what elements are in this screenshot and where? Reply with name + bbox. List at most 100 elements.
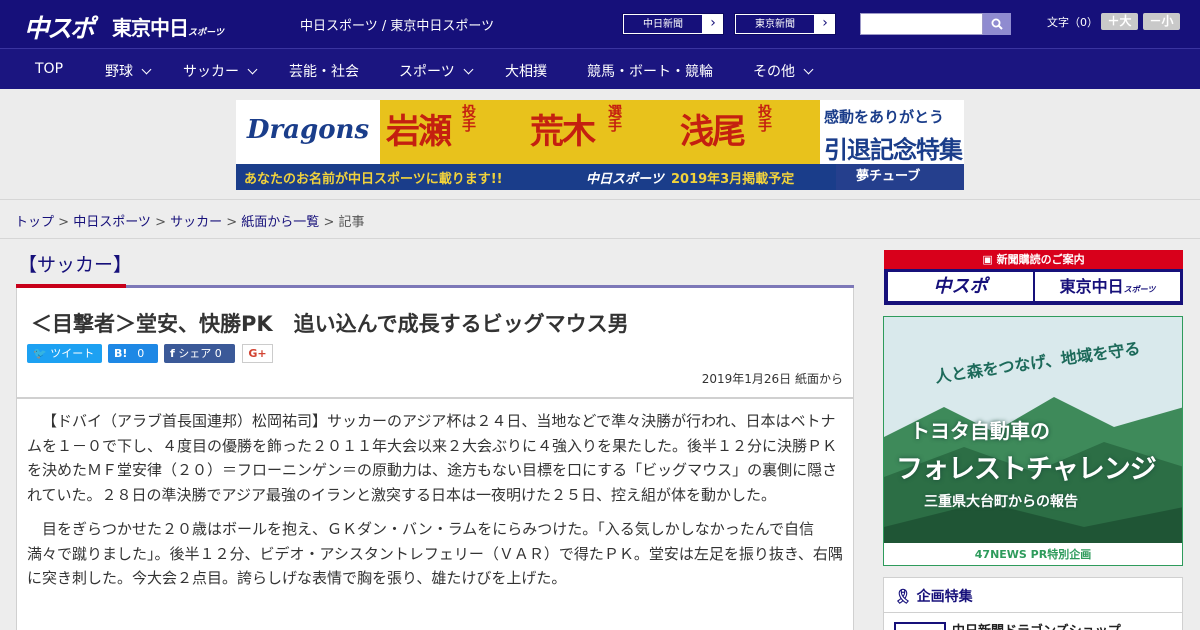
facebook-count: 0: [214, 347, 222, 360]
nav-item-label: その他: [753, 64, 795, 80]
banner-strip-text: あなたのお名前が中日スポーツに載ります!!: [244, 172, 503, 187]
subscribe-tokyo-chunichi-small: スポーツ: [1123, 285, 1156, 294]
facebook-icon: f: [170, 347, 175, 360]
breadcrumb-print-list[interactable]: 紙面から一覧: [241, 215, 319, 230]
banner-right: 感動をありがとう 引退記念特集: [820, 100, 964, 164]
tokyo-chunichi-logo[interactable]: 東京中日スポーツ: [112, 12, 224, 41]
nav-item-sumo[interactable]: 大相撲: [505, 61, 547, 81]
subscribe-tokyo-chunichi-button[interactable]: 東京中日スポーツ: [1035, 272, 1180, 301]
nav-item-label: スポーツ: [399, 64, 455, 80]
ribbon-icon: 🎗: [894, 589, 912, 605]
toyota-forest-ad[interactable]: 人と森をつなげ、地域を守る トヨタ自動車の フォレストチャレンジ 三重県大台町か…: [883, 316, 1183, 566]
banner-sub: 選手: [606, 104, 622, 132]
nav-item-top[interactable]: TOP: [35, 61, 63, 77]
article-paragraph: 【ドバイ（アラブ首長国連邦）松岡祐司】サッカーのアジア杯は２４日、当地などで準々…: [27, 412, 838, 504]
search-icon: [991, 18, 1003, 30]
chuspo-logo[interactable]: 中スポ: [24, 9, 95, 45]
feature-thumbnail[interactable]: [894, 622, 946, 630]
subscription-heading-text: 新聞購読のご案内: [996, 253, 1085, 266]
banner-strip-date: 2019年3月掲載予定: [671, 172, 795, 187]
nav-item-baseball[interactable]: 野球: [105, 61, 152, 81]
feature-heading-text: 企画特集: [916, 589, 973, 605]
divider: [0, 238, 1200, 239]
nav-item-sports[interactable]: スポーツ: [399, 61, 474, 81]
facebook-share-label: シェア: [178, 347, 212, 360]
tokyo-shimbun-label: 東京新聞: [735, 14, 815, 34]
nav-item-label: TOP: [35, 61, 64, 77]
breadcrumb: トップ > 中日スポーツ > サッカー > 紙面から一覧 > 記事: [15, 215, 365, 230]
banner-strip: あなたのお名前が中日スポーツに載ります!! 中日スポーツ 2019年3月掲載予定…: [236, 164, 964, 190]
chevron-right-icon: ›: [815, 14, 835, 34]
chunichi-shimbun-label: 中日新聞: [623, 14, 703, 34]
nav-item-label: 芸能・社会: [289, 64, 359, 80]
main-nav: TOP 野球 サッカー 芸能・社会 スポーツ 大相撲 競馬・ボート・競輪 その他: [0, 48, 1200, 89]
chevron-down-icon: [247, 64, 258, 75]
hatena-label: B!: [114, 347, 128, 360]
article-body: 【ドバイ（アラブ首長国連邦）松岡祐司】サッカーのアジア杯は２４日、当地などで準々…: [16, 398, 854, 630]
breadcrumb-chunichi-sports[interactable]: 中日スポーツ: [73, 215, 151, 230]
search-input[interactable]: [860, 13, 983, 35]
chunichi-shimbun-link[interactable]: 中日新聞 ›: [622, 13, 724, 35]
chevron-down-icon: [463, 64, 474, 75]
banner-sub: 投手: [756, 104, 772, 132]
ad-footer: 47NEWS PR特別企画: [884, 543, 1182, 565]
article-paragraph: 目をぎらつかせた２０歳はボールを抱え、ＧＫダン・バン・ラムをにらみつけた。「入る…: [27, 520, 843, 587]
banner-name: 岩瀬: [386, 112, 452, 152]
nav-item-label: 野球: [105, 64, 133, 80]
tweet-label: ツイート: [50, 347, 95, 360]
tokyo-chunichi-logo-text: 東京中日: [112, 16, 189, 40]
chevron-right-icon: ›: [703, 14, 723, 34]
feature-item-link[interactable]: 中日新聞ドラゴンズショップ: [952, 620, 1121, 630]
subscription-box: ▣ 新聞購読のご案内 中スポ 東京中日スポーツ: [884, 250, 1183, 305]
facebook-share-button[interactable]: f シェア 0: [164, 344, 235, 363]
breadcrumb-current: 記事: [338, 215, 365, 230]
ad-title: フォレストチャレンジ: [896, 454, 1157, 485]
ad-sponsor: トヨタ自動車の: [910, 419, 1050, 443]
search-button[interactable]: [983, 13, 1011, 35]
font-size-label: 文字（0）: [1047, 16, 1098, 29]
nav-item-label: 大相撲: [505, 64, 547, 80]
banner-name: 荒木: [530, 112, 596, 152]
subscribe-tokyo-chunichi-label: 東京中日: [1059, 277, 1124, 296]
banner-feature: 引退記念特集: [824, 136, 963, 164]
banner-area: Dragons 岩瀬 投手 荒木 選手 浅尾 投手 感動をありがとう 引退記念特…: [0, 89, 1200, 200]
nav-item-other[interactable]: その他: [753, 61, 814, 81]
newspaper-icon: ▣: [982, 253, 993, 266]
tokyo-chunichi-logo-small: スポーツ: [188, 28, 224, 38]
nav-item-racing[interactable]: 競馬・ボート・競輪: [587, 61, 713, 81]
divider: [884, 612, 1182, 613]
subscription-heading: ▣ 新聞購読のご案内: [884, 250, 1183, 269]
article-date: 2019年1月26日 紙面から: [701, 372, 843, 386]
dragons-logo: Dragons: [236, 100, 380, 164]
hatena-count: 0: [137, 347, 145, 360]
twitter-icon: 🐦: [33, 347, 47, 360]
ad-subtitle: 三重県大台町からの報告: [924, 494, 1078, 510]
nav-item-entertainment[interactable]: 芸能・社会: [289, 61, 359, 81]
tweet-button[interactable]: 🐦 ツイート: [27, 344, 102, 363]
banner-names: 岩瀬 投手 荒木 選手 浅尾 投手: [380, 100, 820, 164]
article-headline: ＜目撃者＞堂安、快勝PK 追い込んで成長するビッグマウス男: [31, 312, 629, 336]
banner-sub: 投手: [460, 104, 476, 132]
nav-item-soccer[interactable]: サッカー: [183, 61, 258, 81]
dragons-banner-ad[interactable]: Dragons 岩瀬 投手 荒木 選手 浅尾 投手 感動をありがとう 引退記念特…: [236, 100, 964, 190]
hatena-button[interactable]: B! 0: [108, 344, 158, 363]
font-larger-button[interactable]: ＋大: [1101, 13, 1138, 30]
category-title: 【サッカー】: [18, 254, 133, 276]
nav-item-label: 競馬・ボート・競輪: [587, 64, 713, 80]
subscribe-chuspo-button[interactable]: 中スポ: [888, 272, 1033, 301]
yume-tube-logo: 夢チューブ: [836, 164, 964, 190]
top-header: 中スポ 東京中日スポーツ 中日スポーツ / 東京中日スポーツ 中日新聞 › 東京…: [0, 0, 1200, 48]
chevron-down-icon: [141, 64, 152, 75]
site-title: 中日スポーツ / 東京中日スポーツ: [300, 19, 495, 34]
breadcrumb-top[interactable]: トップ: [15, 215, 54, 230]
nav-item-label: サッカー: [183, 64, 239, 80]
tokyo-shimbun-link[interactable]: 東京新聞 ›: [734, 13, 836, 35]
banner-name: 浅尾: [680, 112, 746, 152]
font-smaller-button[interactable]: －小: [1143, 13, 1180, 30]
breadcrumb-soccer[interactable]: サッカー: [170, 215, 222, 230]
article-header: ＜目撃者＞堂安、快勝PK 追い込んで成長するビッグマウス男 🐦 ツイート B! …: [16, 288, 854, 398]
google-plus-button[interactable]: G+: [242, 344, 273, 363]
feature-heading: 🎗 企画特集: [894, 586, 973, 606]
banner-thanks: 感動をありがとう: [824, 108, 945, 126]
banner-strip-logo: 中日スポーツ: [586, 172, 664, 187]
